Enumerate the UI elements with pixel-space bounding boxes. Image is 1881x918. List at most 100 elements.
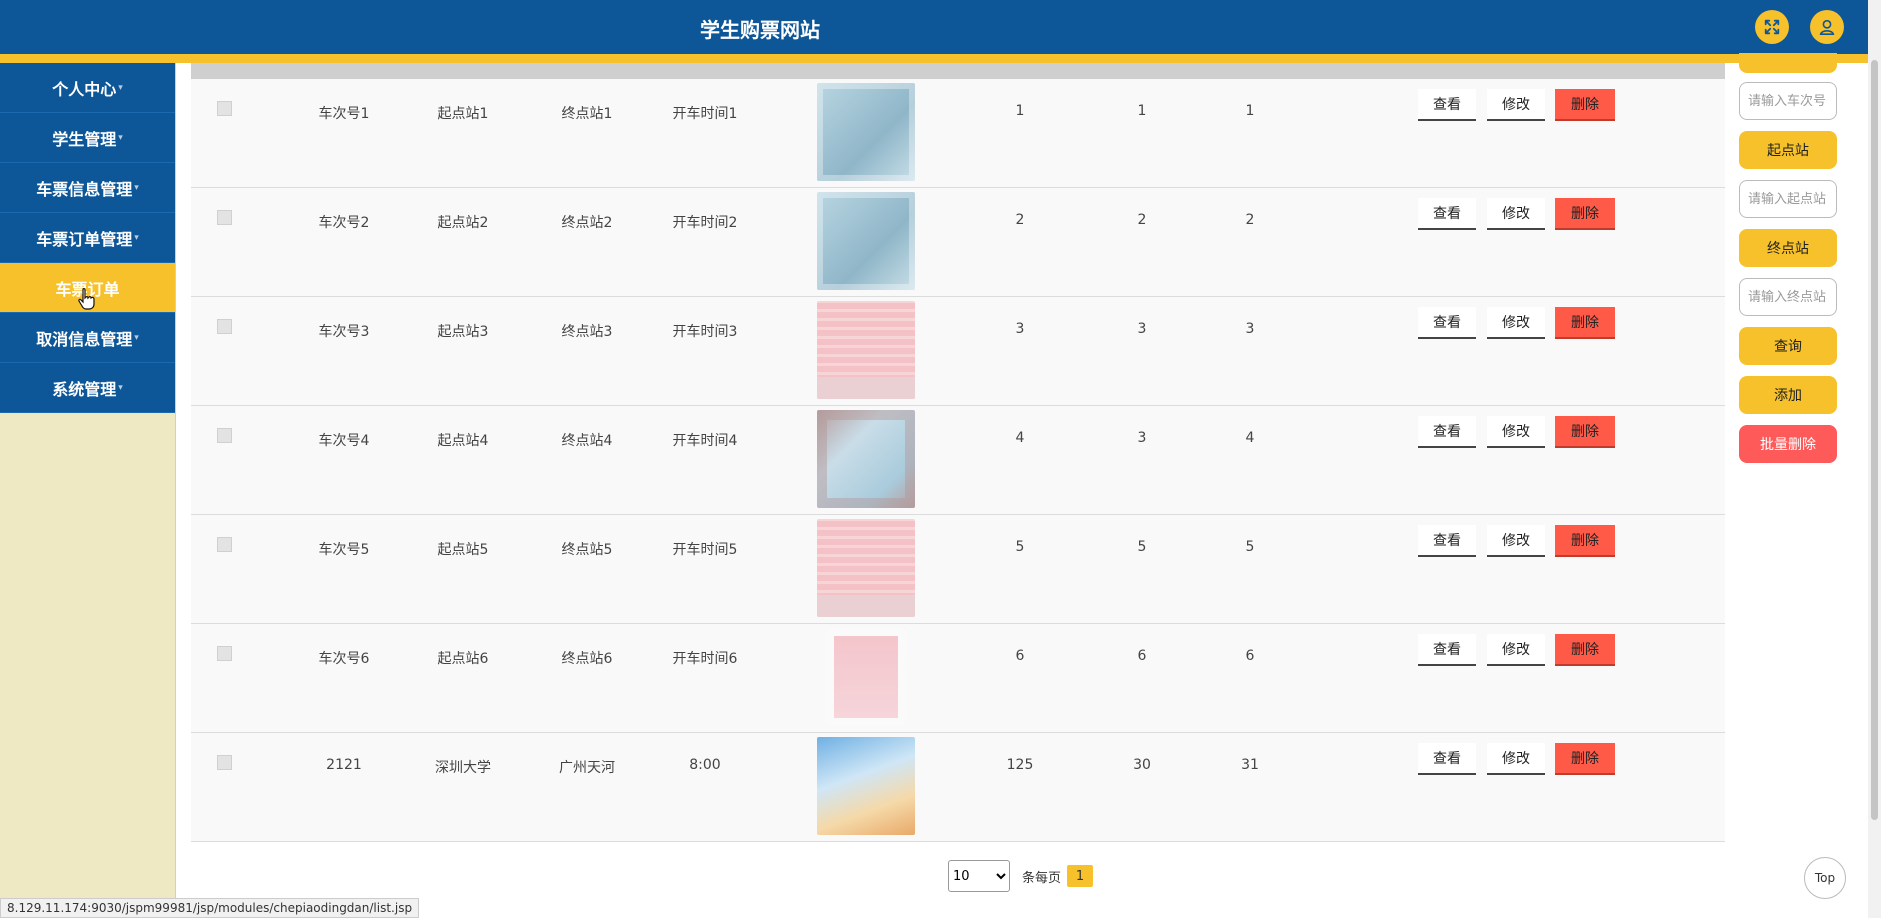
delete-button[interactable]: 删除 (1555, 307, 1615, 339)
view-button[interactable]: 查看 (1418, 525, 1476, 557)
scrollbar-thumb[interactable] (1871, 60, 1878, 820)
caret-down-icon: ▾ (134, 232, 139, 243)
view-button[interactable]: 查看 (1418, 743, 1476, 775)
edit-button[interactable]: 修改 (1487, 198, 1545, 230)
page-size-select[interactable]: 10 (948, 860, 1010, 892)
add-button[interactable]: 添加 (1739, 376, 1837, 414)
from-station-cell: 起点站4 (437, 433, 489, 449)
from-station-input[interactable] (1739, 180, 1837, 218)
table-row: 车次号4 起点站4 终点站4 开车时间4 4 3 4 查看 修改 删除 (191, 406, 1725, 515)
value-b-cell: 3 (1137, 321, 1147, 337)
delete-button[interactable]: 删除 (1555, 198, 1615, 230)
value-b-cell: 6 (1137, 648, 1147, 664)
to-station-cell: 广州天河 (559, 760, 615, 776)
row-checkbox[interactable] (217, 646, 232, 661)
view-button[interactable]: 查看 (1418, 198, 1476, 230)
train-number-cell: 车次号1 (318, 106, 370, 122)
row-checkbox[interactable] (217, 210, 232, 225)
row-checkbox[interactable] (217, 428, 232, 443)
sidebar-item-label: 取消信息管理 (36, 329, 133, 349)
sidebar-item-ticket-order-management[interactable]: 车票订单管理 ▾ (0, 213, 175, 263)
from-station-cell: 起点站6 (437, 651, 489, 667)
ticket-image (817, 410, 915, 508)
table-row: 车次号3 起点站3 终点站3 开车时间3 3 3 3 查看 修改 删除 (191, 297, 1725, 406)
edit-button[interactable]: 修改 (1487, 307, 1545, 339)
sidebar-item-label: 个人中心 (52, 79, 117, 99)
page-scrollbar[interactable] (1868, 0, 1881, 918)
delete-button[interactable]: 删除 (1555, 416, 1615, 448)
value-a-cell: 2 (1015, 212, 1025, 228)
edit-button[interactable]: 修改 (1487, 525, 1545, 557)
train-number-input[interactable] (1739, 82, 1837, 120)
departure-time-cell: 开车时间6 (672, 651, 738, 667)
delete-button[interactable]: 删除 (1555, 634, 1615, 666)
value-a-cell: 5 (1015, 539, 1025, 555)
ticket-image (817, 83, 915, 181)
sidebar-item-label: 学生管理 (52, 129, 117, 149)
edit-button[interactable]: 修改 (1487, 634, 1545, 666)
pagination: 10 条每页 1 (948, 860, 1094, 892)
value-b-cell: 5 (1137, 539, 1147, 555)
row-checkbox[interactable] (217, 319, 232, 334)
to-station-cell: 终点站6 (561, 651, 613, 667)
user-icon (1819, 19, 1835, 36)
delete-button[interactable]: 删除 (1555, 89, 1615, 121)
sidebar-item-personal-center[interactable]: 个人中心 ▾ (0, 63, 175, 113)
departure-time-cell: 开车时间2 (672, 215, 738, 231)
value-a-cell: 125 (1006, 757, 1034, 773)
caret-down-icon: ▾ (118, 82, 123, 93)
train-number-label-button[interactable] (1739, 53, 1837, 73)
edit-button[interactable]: 修改 (1487, 416, 1545, 448)
edit-button[interactable]: 修改 (1487, 743, 1545, 775)
value-b-cell: 3 (1137, 430, 1147, 446)
delete-button[interactable]: 删除 (1555, 743, 1615, 775)
to-station-label: 终点站 (1739, 229, 1837, 267)
to-station-cell: 终点站3 (561, 324, 613, 340)
table-row: 2121 深圳大学 广州天河 8:00 125 30 31 查看 修改 删除 (191, 733, 1725, 842)
fullscreen-button[interactable] (1755, 10, 1789, 44)
table-row: 车次号1 起点站1 终点站1 开车时间1 1 1 1 查看 修改 删除 (191, 79, 1725, 188)
value-a-cell: 6 (1015, 648, 1025, 664)
hand-cursor-icon (78, 287, 95, 310)
sidebar-item-cancellation-management[interactable]: 取消信息管理 ▾ (0, 313, 175, 363)
view-button[interactable]: 查看 (1418, 416, 1476, 448)
value-b-cell: 1 (1137, 103, 1147, 119)
from-station-cell: 深圳大学 (435, 760, 491, 776)
value-b-cell: 2 (1137, 212, 1147, 228)
caret-down-icon: ▾ (118, 382, 123, 393)
row-checkbox[interactable] (217, 101, 232, 116)
sidebar-item-system-management[interactable]: 系统管理 ▾ (0, 363, 175, 413)
caret-down-icon: ▾ (134, 332, 139, 343)
value-c-cell: 3 (1245, 321, 1255, 337)
row-checkbox[interactable] (217, 537, 232, 552)
delete-button[interactable]: 删除 (1555, 525, 1615, 557)
page-1-button[interactable]: 1 (1067, 865, 1094, 887)
row-checkbox[interactable] (217, 755, 232, 770)
batch-delete-button[interactable]: 批量删除 (1739, 425, 1837, 463)
query-button[interactable]: 查询 (1739, 327, 1837, 365)
to-station-input[interactable] (1739, 278, 1837, 316)
train-number-cell: 车次号6 (318, 651, 370, 667)
view-button[interactable]: 查看 (1418, 307, 1476, 339)
to-station-cell: 终点站1 (561, 106, 613, 122)
order-table: 车次号1 起点站1 终点站1 开车时间1 1 1 1 查看 修改 删除 车次号2 起点站2 终点站2 开车… (191, 63, 1725, 843)
status-bar-url: 8.129.11.174:9030/jspm99981/jsp/modules/… (0, 898, 420, 918)
from-station-cell: 起点站3 (437, 324, 489, 340)
value-a-cell: 4 (1015, 430, 1025, 446)
table-header (191, 63, 1725, 79)
sidebar-item-label: 车票订单管理 (36, 229, 133, 249)
view-button[interactable]: 查看 (1418, 634, 1476, 666)
train-number-cell: 2121 (326, 757, 362, 773)
site-title: 学生购票网站 (700, 18, 820, 42)
sidebar-item-student-management[interactable]: 学生管理 ▾ (0, 113, 175, 163)
train-number-cell: 车次号3 (318, 324, 370, 340)
back-to-top-button[interactable]: Top (1804, 857, 1846, 899)
value-a-cell: 1 (1015, 103, 1025, 119)
value-b-cell: 30 (1133, 757, 1151, 773)
user-menu-button[interactable] (1810, 10, 1844, 44)
sidebar-item-ticket-info-management[interactable]: 车票信息管理 ▾ (0, 163, 175, 213)
to-station-cell: 终点站2 (561, 215, 613, 231)
edit-button[interactable]: 修改 (1487, 89, 1545, 121)
view-button[interactable]: 查看 (1418, 89, 1476, 121)
departure-time-cell: 开车时间5 (672, 542, 738, 558)
